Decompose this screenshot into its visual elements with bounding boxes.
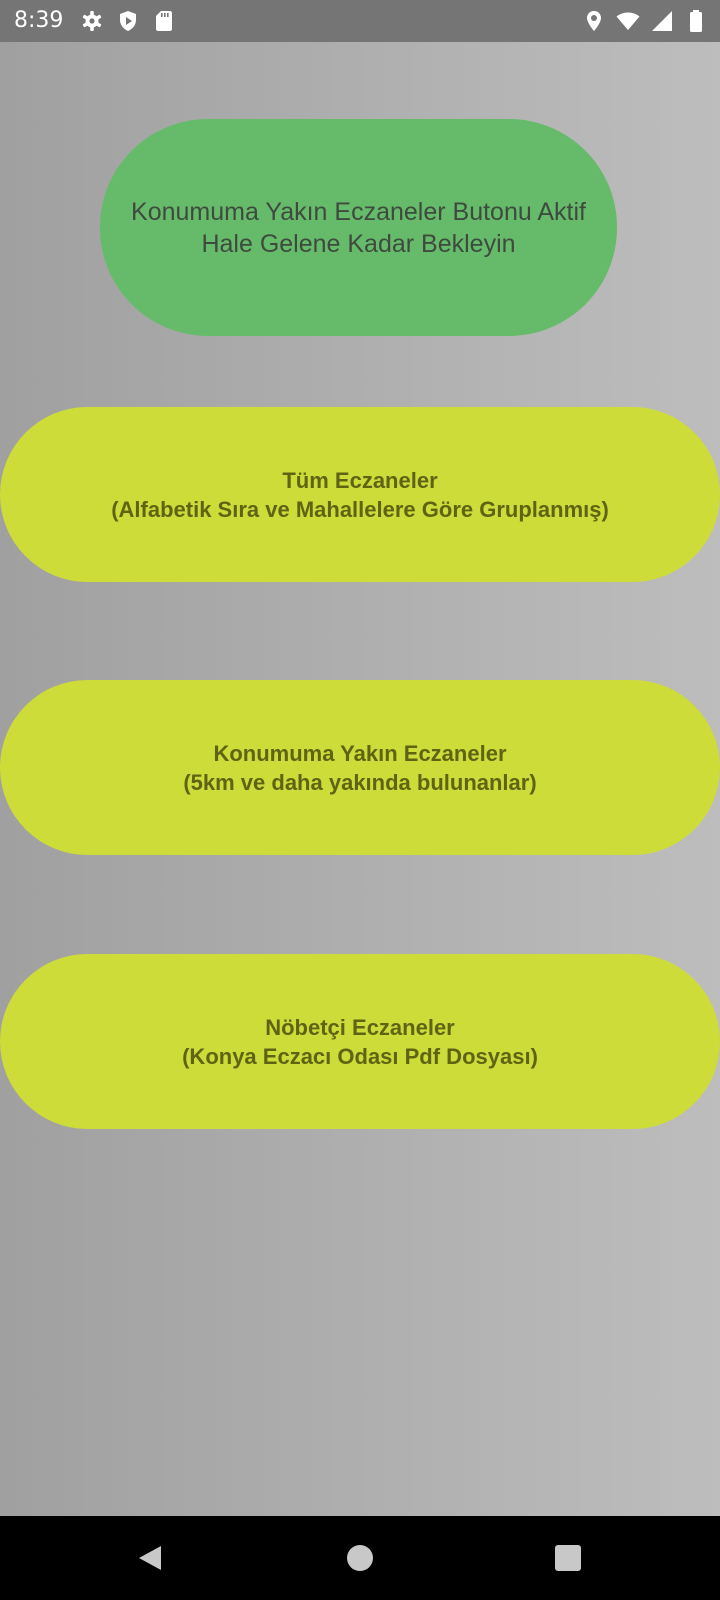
shield-icon [120,11,136,31]
recents-icon[interactable] [553,1543,583,1573]
on-duty-pharmacies-label: Nöbetçi Eczaneler (Konya Eczacı Odası Pd… [182,1013,538,1071]
all-pharmacies-button[interactable]: Tüm Eczaneler (Alfabetik Sıra ve Mahalle… [0,407,720,582]
wait-button-label: Konumuma Yakın Eczaneler Butonu Aktif Ha… [131,196,586,260]
status-notification-icons [80,9,176,33]
status-bar: 8:39 [0,0,720,42]
status-time: 8:39 [14,8,64,33]
wifi-icon [616,12,640,30]
settings-gear-icon [82,11,102,31]
wait-button-line2: Hale Gelene Kadar Bekleyin [201,229,516,258]
on-duty-pharmacies-button[interactable]: Nöbetçi Eczaneler (Konya Eczacı Odası Pd… [0,954,720,1129]
on-duty-pharmacies-title: Nöbetçi Eczaneler [265,1014,455,1040]
nearby-pharmacies-subtitle: (5km ve daha yakında bulunanlar) [183,769,537,795]
battery-icon [690,10,702,32]
nearby-pharmacies-wait-button[interactable]: Konumuma Yakın Eczaneler Butonu Aktif Ha… [100,119,617,336]
all-pharmacies-label: Tüm Eczaneler (Alfabetik Sıra ve Mahalle… [111,466,609,524]
all-pharmacies-title: Tüm Eczaneler [282,467,438,493]
back-icon[interactable] [135,1543,165,1573]
location-pin-icon [587,11,601,31]
navigation-bar [0,1516,720,1600]
signal-icon [652,11,672,31]
all-pharmacies-subtitle: (Alfabetik Sıra ve Mahallelere Göre Grup… [111,496,609,522]
status-system-icons [582,9,708,33]
nearby-pharmacies-button[interactable]: Konumuma Yakın Eczaneler (5km ve daha ya… [0,680,720,855]
nearby-pharmacies-label: Konumuma Yakın Eczaneler (5km ve daha ya… [183,739,536,797]
on-duty-pharmacies-subtitle: (Konya Eczacı Odası Pdf Dosyası) [182,1043,538,1069]
sd-card-icon [156,11,172,31]
wait-button-line1: Konumuma Yakın Eczaneler Butonu Aktif [131,197,586,226]
nearby-pharmacies-title: Konumuma Yakın Eczaneler [213,740,507,766]
main-content: Konumuma Yakın Eczaneler Butonu Aktif Ha… [0,42,720,1516]
home-icon[interactable] [345,1543,375,1573]
